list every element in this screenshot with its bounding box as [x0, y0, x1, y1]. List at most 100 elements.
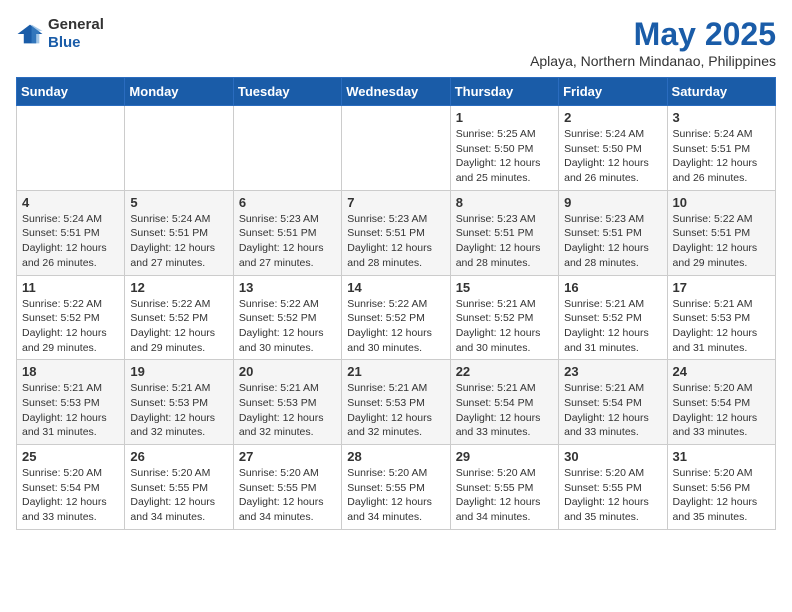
title-block: May 2025 Aplaya, Northern Mindanao, Phil…: [530, 16, 776, 69]
day-info: Sunrise: 5:23 AM Sunset: 5:51 PM Dayligh…: [347, 212, 444, 271]
day-info: Sunrise: 5:21 AM Sunset: 5:54 PM Dayligh…: [456, 381, 553, 440]
day-info: Sunrise: 5:21 AM Sunset: 5:53 PM Dayligh…: [239, 381, 336, 440]
day-info: Sunrise: 5:24 AM Sunset: 5:50 PM Dayligh…: [564, 127, 661, 186]
day-info: Sunrise: 5:20 AM Sunset: 5:55 PM Dayligh…: [456, 466, 553, 525]
calendar-cell: 15 Sunrise: 5:21 AM Sunset: 5:52 PM Dayli…: [450, 275, 558, 360]
day-number: 2: [564, 110, 661, 125]
calendar-week-4: 18 Sunrise: 5:21 AM Sunset: 5:53 PM Dayli…: [17, 360, 776, 445]
day-info: Sunrise: 5:20 AM Sunset: 5:55 PM Dayligh…: [564, 466, 661, 525]
day-info: Sunrise: 5:20 AM Sunset: 5:55 PM Dayligh…: [347, 466, 444, 525]
day-number: 16: [564, 280, 661, 295]
calendar-week-3: 11 Sunrise: 5:22 AM Sunset: 5:52 PM Dayli…: [17, 275, 776, 360]
calendar-cell: 22 Sunrise: 5:21 AM Sunset: 5:54 PM Dayli…: [450, 360, 558, 445]
day-number: 28: [347, 449, 444, 464]
day-info: Sunrise: 5:24 AM Sunset: 5:51 PM Dayligh…: [673, 127, 770, 186]
page-header: General Blue May 2025 Aplaya, Northern M…: [16, 16, 776, 69]
day-info: Sunrise: 5:21 AM Sunset: 5:53 PM Dayligh…: [673, 297, 770, 356]
logo-blue: Blue: [48, 34, 81, 51]
calendar-cell: 23Sunrise: 5:21 AM Sunset: 5:54 PM Dayli…: [559, 360, 667, 445]
calendar-cell: 13 Sunrise: 5:22 AM Sunset: 5:52 PM Dayli…: [233, 275, 341, 360]
calendar-cell: 28 Sunrise: 5:20 AM Sunset: 5:55 PM Dayli…: [342, 445, 450, 530]
day-info: Sunrise: 5:20 AM Sunset: 5:54 PM Dayligh…: [673, 381, 770, 440]
day-info: Sunrise: 5:21 AM Sunset: 5:53 PM Dayligh…: [130, 381, 227, 440]
calendar-cell: 30 Sunrise: 5:20 AM Sunset: 5:55 PM Dayli…: [559, 445, 667, 530]
sub-title: Aplaya, Northern Mindanao, Philippines: [530, 53, 776, 69]
calendar-cell: [342, 106, 450, 191]
day-info: Sunrise: 5:24 AM Sunset: 5:51 PM Dayligh…: [22, 212, 119, 271]
day-number: 24: [673, 364, 770, 379]
calendar-table: SundayMondayTuesdayWednesdayThursdayFrid…: [16, 77, 776, 530]
weekday-header-saturday: Saturday: [667, 78, 775, 106]
calendar-week-5: 25 Sunrise: 5:20 AM Sunset: 5:54 PM Dayli…: [17, 445, 776, 530]
calendar-body: 1Sunrise: 5:25 AM Sunset: 5:50 PM Daylig…: [17, 106, 776, 530]
calendar-cell: 25 Sunrise: 5:20 AM Sunset: 5:54 PM Dayli…: [17, 445, 125, 530]
day-number: 18: [22, 364, 119, 379]
day-number: 30: [564, 449, 661, 464]
day-number: 12: [130, 280, 227, 295]
day-info: Sunrise: 5:25 AM Sunset: 5:50 PM Dayligh…: [456, 127, 553, 186]
calendar-week-2: 4 Sunrise: 5:24 AM Sunset: 5:51 PM Daylig…: [17, 190, 776, 275]
weekday-header-tuesday: Tuesday: [233, 78, 341, 106]
calendar-cell: 1Sunrise: 5:25 AM Sunset: 5:50 PM Daylig…: [450, 106, 558, 191]
day-number: 13: [239, 280, 336, 295]
day-info: Sunrise: 5:24 AM Sunset: 5:51 PM Dayligh…: [130, 212, 227, 271]
calendar-cell: [17, 106, 125, 191]
day-number: 22: [456, 364, 553, 379]
day-info: Sunrise: 5:23 AM Sunset: 5:51 PM Dayligh…: [564, 212, 661, 271]
calendar-cell: 18 Sunrise: 5:21 AM Sunset: 5:53 PM Dayli…: [17, 360, 125, 445]
day-info: Sunrise: 5:21 AM Sunset: 5:54 PM Dayligh…: [564, 381, 661, 440]
day-info: Sunrise: 5:20 AM Sunset: 5:55 PM Dayligh…: [239, 466, 336, 525]
day-info: Sunrise: 5:22 AM Sunset: 5:52 PM Dayligh…: [239, 297, 336, 356]
logo-icon: [16, 23, 44, 45]
day-number: 25: [22, 449, 119, 464]
calendar-cell: 19 Sunrise: 5:21 AM Sunset: 5:53 PM Dayli…: [125, 360, 233, 445]
day-info: Sunrise: 5:22 AM Sunset: 5:51 PM Dayligh…: [673, 212, 770, 271]
calendar-cell: 26Sunrise: 5:20 AM Sunset: 5:55 PM Dayli…: [125, 445, 233, 530]
calendar-cell: 5 Sunrise: 5:24 AM Sunset: 5:51 PM Daylig…: [125, 190, 233, 275]
day-info: Sunrise: 5:23 AM Sunset: 5:51 PM Dayligh…: [239, 212, 336, 271]
calendar-cell: 3Sunrise: 5:24 AM Sunset: 5:51 PM Daylig…: [667, 106, 775, 191]
calendar-cell: 17 Sunrise: 5:21 AM Sunset: 5:53 PM Dayli…: [667, 275, 775, 360]
day-info: Sunrise: 5:23 AM Sunset: 5:51 PM Dayligh…: [456, 212, 553, 271]
calendar-cell: 14Sunrise: 5:22 AM Sunset: 5:52 PM Dayli…: [342, 275, 450, 360]
day-number: 14: [347, 280, 444, 295]
weekday-header-monday: Monday: [125, 78, 233, 106]
day-number: 6: [239, 195, 336, 210]
calendar-cell: 20Sunrise: 5:21 AM Sunset: 5:53 PM Dayli…: [233, 360, 341, 445]
day-number: 15: [456, 280, 553, 295]
day-info: Sunrise: 5:21 AM Sunset: 5:52 PM Dayligh…: [456, 297, 553, 356]
day-info: Sunrise: 5:20 AM Sunset: 5:54 PM Dayligh…: [22, 466, 119, 525]
day-number: 21: [347, 364, 444, 379]
day-number: 27: [239, 449, 336, 464]
calendar-cell: 24 Sunrise: 5:20 AM Sunset: 5:54 PM Dayli…: [667, 360, 775, 445]
weekday-header-friday: Friday: [559, 78, 667, 106]
calendar-cell: 21 Sunrise: 5:21 AM Sunset: 5:53 PM Dayli…: [342, 360, 450, 445]
calendar-cell: 7 Sunrise: 5:23 AM Sunset: 5:51 PM Daylig…: [342, 190, 450, 275]
day-info: Sunrise: 5:21 AM Sunset: 5:53 PM Dayligh…: [347, 381, 444, 440]
calendar-cell: 6 Sunrise: 5:23 AM Sunset: 5:51 PM Daylig…: [233, 190, 341, 275]
weekday-header-thursday: Thursday: [450, 78, 558, 106]
day-number: 19: [130, 364, 227, 379]
weekday-header-row: SundayMondayTuesdayWednesdayThursdayFrid…: [17, 78, 776, 106]
day-info: Sunrise: 5:21 AM Sunset: 5:52 PM Dayligh…: [564, 297, 661, 356]
day-number: 5: [130, 195, 227, 210]
weekday-header-wednesday: Wednesday: [342, 78, 450, 106]
day-number: 7: [347, 195, 444, 210]
day-number: 11: [22, 280, 119, 295]
day-number: 4: [22, 195, 119, 210]
day-number: 17: [673, 280, 770, 295]
weekday-header-sunday: Sunday: [17, 78, 125, 106]
day-number: 10: [673, 195, 770, 210]
day-info: Sunrise: 5:20 AM Sunset: 5:56 PM Dayligh…: [673, 466, 770, 525]
day-number: 31: [673, 449, 770, 464]
calendar-cell: 2 Sunrise: 5:24 AM Sunset: 5:50 PM Daylig…: [559, 106, 667, 191]
calendar-cell: 16 Sunrise: 5:21 AM Sunset: 5:52 PM Dayli…: [559, 275, 667, 360]
day-number: 9: [564, 195, 661, 210]
day-number: 8: [456, 195, 553, 210]
calendar-header: SundayMondayTuesdayWednesdayThursdayFrid…: [17, 78, 776, 106]
calendar-cell: 31 Sunrise: 5:20 AM Sunset: 5:56 PM Dayli…: [667, 445, 775, 530]
calendar-cell: 11Sunrise: 5:22 AM Sunset: 5:52 PM Dayli…: [17, 275, 125, 360]
day-info: Sunrise: 5:21 AM Sunset: 5:53 PM Dayligh…: [22, 381, 119, 440]
day-info: Sunrise: 5:20 AM Sunset: 5:55 PM Dayligh…: [130, 466, 227, 525]
calendar-week-1: 1Sunrise: 5:25 AM Sunset: 5:50 PM Daylig…: [17, 106, 776, 191]
